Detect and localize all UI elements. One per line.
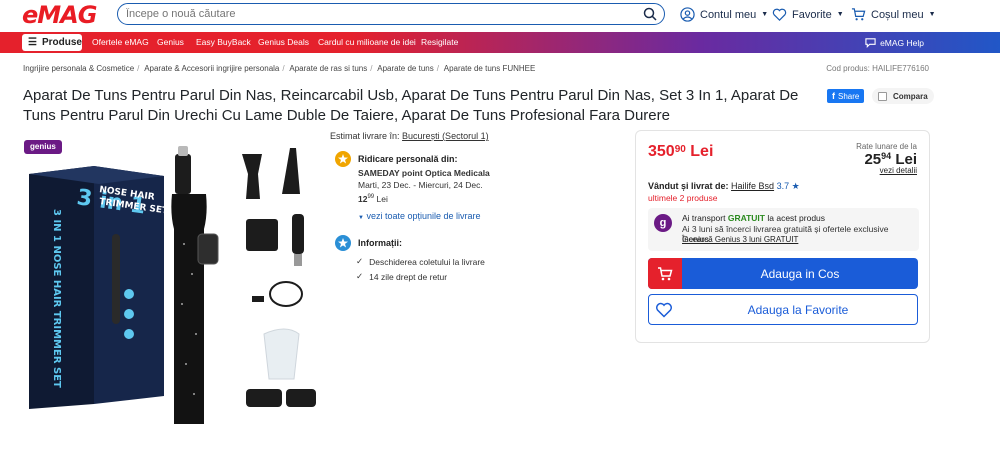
- add-to-favorites-label: Adauga la Favorite: [747, 303, 849, 317]
- chevron-down-icon: ▼: [358, 215, 364, 221]
- seller-name-link[interactable]: Hailife Bsd: [731, 181, 774, 191]
- pickup-dates: Marti, 23 Dec. - Miercuri, 24 Dec.: [358, 180, 483, 190]
- account-label: Contul meu: [700, 8, 757, 21]
- add-to-favorites-button[interactable]: Adauga la Favorite: [648, 294, 918, 325]
- transport-line1: Ai transport GRATUIT la acest produs: [682, 213, 825, 223]
- heart-icon: [772, 8, 787, 21]
- genius-badge: genius: [24, 140, 62, 154]
- info-item-label: Deschiderea coletului la livrare: [369, 256, 485, 267]
- add-to-cart-button[interactable]: Adauga in Cos: [648, 258, 918, 289]
- estimate-label: Estimat livrare în:: [330, 131, 400, 141]
- emag-help-label: eMAG Help: [880, 37, 924, 48]
- produse-label: Produse: [41, 37, 82, 48]
- estimate-location-link[interactable]: București (Sectorul 1): [402, 131, 489, 141]
- produse-button[interactable]: ☰ Produse: [22, 34, 82, 51]
- rate-dec: 94: [881, 151, 892, 161]
- price-int: 350: [648, 143, 675, 160]
- facebook-icon: f: [832, 91, 835, 101]
- chevron-down-icon: ▼: [836, 11, 844, 18]
- delivery-options-link[interactable]: ▼ vezi toate opțiunile de livrare: [358, 211, 481, 221]
- search-bar[interactable]: [117, 3, 665, 25]
- facebook-share-button[interactable]: f Share: [827, 89, 865, 103]
- nav-item-resigilate[interactable]: Resigilate: [421, 37, 458, 47]
- account-menu[interactable]: Contul meu ▼: [680, 7, 768, 22]
- rate-int: 25: [864, 151, 882, 168]
- category-nav: ☰ Produse Ofertele eMAG Genius Easy BuyB…: [0, 32, 1000, 53]
- compare-checkbox[interactable]: [878, 91, 887, 101]
- transport-suffix: la acest produs: [767, 213, 826, 223]
- pickup-price-dec: 99: [367, 194, 375, 200]
- compare-label: Compara: [893, 91, 928, 101]
- price-dec: 90: [674, 144, 686, 155]
- breadcrumb-item[interactable]: Aparate & Accesorii ingrijire personala: [144, 64, 279, 73]
- breadcrumb-item[interactable]: Ingrijire personala & Cosmetice: [23, 64, 134, 73]
- info-badge-icon: [335, 235, 351, 251]
- rate-details-link[interactable]: vezi detalii: [880, 166, 917, 175]
- check-icon: ✓: [356, 256, 364, 266]
- top-header: eMAG Contul meu ▼ Favorite ▼ Coșul meu ▼: [0, 0, 1000, 30]
- cart-icon: [648, 258, 682, 289]
- seller-label: Vândut și livrat de:: [648, 181, 729, 191]
- emag-logo[interactable]: eMAG: [22, 1, 97, 29]
- product-price: 35090 Lei: [648, 143, 713, 161]
- breadcrumb-item[interactable]: Aparate de ras si tuns: [289, 64, 367, 73]
- heart-icon: [656, 302, 672, 318]
- genius-trial-link[interactable]: Încearcă Genius 3 luni GRATUIT: [682, 235, 798, 244]
- cart-icon: [851, 8, 866, 21]
- breadcrumb-item[interactable]: Aparate de tuns FUNHEE: [444, 64, 536, 73]
- nav-item-cardul[interactable]: Cardul cu milioane de idei: [318, 37, 416, 47]
- add-to-cart-label: Adauga in Cos: [760, 267, 840, 281]
- info-item: ✓ Deschiderea coletului la livrare: [356, 256, 485, 267]
- chevron-down-icon: ▼: [928, 11, 936, 18]
- product-image[interactable]: 3 in 1 NOSE HAIR TRIMMER SET 3 IN 1 NOSE…: [24, 134, 324, 424]
- transport-prefix: Ai transport: [682, 213, 726, 223]
- seller-info: Vândut și livrat de: Hailife Bsd 3.7 ★: [648, 181, 800, 192]
- pickup-currency: Lei: [376, 193, 388, 204]
- genius-g-icon: g: [654, 214, 672, 232]
- favorites-label: Favorite: [792, 8, 832, 21]
- pickup-place: SAMEDAY point Optica Medicala: [358, 168, 490, 178]
- buy-box: 35090 Lei Rate lunare de la 2594 Lei vez…: [635, 130, 930, 343]
- breadcrumb-item[interactable]: Aparate de tuns: [377, 64, 433, 73]
- product-code: Cod produs: HAILIFE776160: [826, 64, 929, 73]
- price-currency: Lei: [690, 143, 714, 160]
- hamburger-icon: ☰: [28, 37, 37, 48]
- stock-status: ultimele 2 produse: [648, 193, 718, 203]
- seller-rating: 3.7 ★: [776, 181, 800, 191]
- chevron-down-icon: ▼: [761, 11, 769, 18]
- delivery-options-label: vezi toate opțiunile de livrare: [366, 211, 481, 221]
- check-icon: ✓: [356, 271, 364, 281]
- cart-menu[interactable]: Coșul meu ▼: [851, 7, 936, 22]
- star-badge-icon: [335, 151, 351, 167]
- transport-free: GRATUIT: [727, 213, 765, 223]
- compare-toggle[interactable]: Compara: [872, 88, 934, 104]
- info-item: ✓ 14 zile drept de retur: [356, 271, 447, 282]
- pickup-title: Ridicare personală din:: [358, 154, 458, 164]
- user-icon: [680, 7, 695, 22]
- info-item-label: 14 zile drept de retur: [369, 271, 448, 282]
- cart-label: Coșul meu: [871, 8, 924, 21]
- nav-item-ofertele[interactable]: Ofertele eMAG: [92, 37, 149, 47]
- nav-item-genius[interactable]: Genius: [157, 37, 184, 47]
- rate-label: Rate lunare de la: [856, 142, 917, 151]
- share-label: Share: [838, 91, 860, 101]
- pickup-price: 1299 Lei: [358, 191, 388, 205]
- info-title: Informații:: [358, 238, 402, 248]
- emag-help-link[interactable]: eMAG Help: [865, 37, 924, 48]
- breadcrumb: Ingrijire personala & Cosmetice / Aparate…: [23, 64, 536, 73]
- box-text-spine: 3 IN 1 NOSE HAIR TRIMMER SET: [51, 209, 62, 388]
- genius-transport-banner: g Ai transport GRATUIT la acest produs A…: [648, 208, 919, 251]
- favorites-menu[interactable]: Favorite ▼: [772, 7, 844, 22]
- nav-item-easy-buyback[interactable]: Easy BuyBack: [196, 37, 251, 47]
- search-icon[interactable]: [643, 7, 657, 21]
- page-title: Aparat De Tuns Pentru Parul Din Nas, Rei…: [23, 87, 799, 124]
- nav-item-genius-deals[interactable]: Genius Deals: [258, 37, 309, 47]
- search-input[interactable]: [126, 7, 626, 21]
- chat-icon: [865, 38, 876, 48]
- delivery-estimate: Estimat livrare în: București (Sectorul …: [330, 131, 489, 141]
